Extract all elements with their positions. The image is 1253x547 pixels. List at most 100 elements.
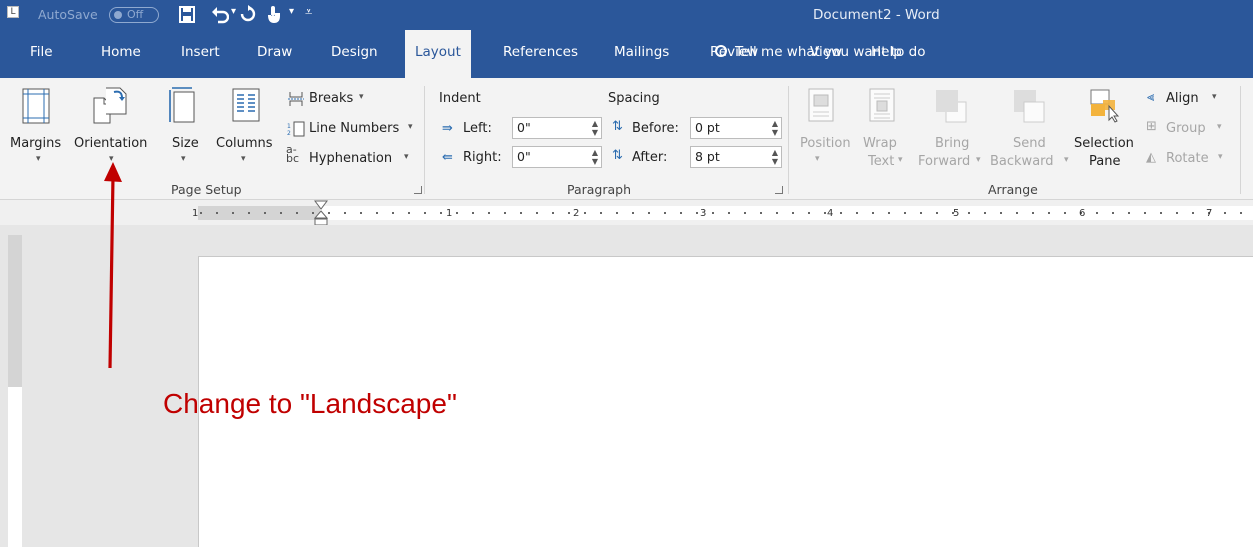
ruler-tick (264, 212, 266, 214)
tab-insert[interactable]: Insert (181, 44, 220, 60)
group-button[interactable]: Group (1166, 121, 1206, 136)
tab-layout[interactable]: Layout (405, 30, 471, 78)
tell-me-search[interactable]: Tell me what you want to do (715, 44, 925, 60)
ruler-tick (424, 212, 426, 214)
undo-dropdown-icon[interactable]: ▾ (231, 6, 236, 17)
breaks-dropdown-icon[interactable]: ▾ (359, 92, 364, 102)
ruler-tick (760, 212, 762, 214)
ruler-tick (1128, 212, 1130, 214)
autosave-toggle[interactable]: Off (109, 7, 159, 23)
tab-home[interactable]: Home (101, 44, 141, 60)
ruler-number: 1 (192, 208, 199, 219)
position-icon (808, 88, 834, 122)
align-button[interactable]: Align (1166, 91, 1199, 106)
page-setup-group-label: Page Setup (171, 182, 242, 197)
rotate-button[interactable]: Rotate (1166, 151, 1209, 166)
customize-qat-icon[interactable]: ⩡ (305, 5, 312, 20)
line-numbers-icon: 1 2 (287, 121, 305, 137)
touch-mode-icon[interactable] (266, 5, 282, 24)
hyphenation-icon: a-bc (286, 143, 300, 165)
bring-forward-button[interactable]: Bring (935, 136, 969, 151)
touch-dropdown-icon[interactable]: ▾ (289, 6, 294, 17)
ruler-tick (1064, 212, 1066, 214)
group-dropdown-icon[interactable]: ▾ (1217, 122, 1222, 132)
orientation-button[interactable]: Orientation (74, 136, 147, 151)
indent-left-spinner-icon[interactable]: ▲ ▼ (592, 119, 598, 137)
wrap-text-dropdown-icon[interactable]: ▾ (898, 155, 903, 165)
selection-pane-button[interactable]: Selection (1074, 136, 1134, 151)
tab-mailings[interactable]: Mailings (614, 44, 669, 60)
indent-left-icon: ⇛ (442, 121, 453, 136)
ruler-tick (344, 212, 346, 214)
send-backward-button-line2: Backward (990, 154, 1054, 169)
indent-left-label: Left: (463, 121, 492, 136)
bring-forward-dropdown-icon[interactable]: ▾ (976, 155, 981, 165)
ruler-tick (808, 212, 810, 214)
margins-button[interactable]: Margins (10, 136, 61, 151)
undo-icon[interactable] (211, 6, 229, 24)
ruler-tick (872, 212, 874, 214)
position-button[interactable]: Position (800, 136, 851, 151)
send-backward-dropdown-icon[interactable]: ▾ (1064, 155, 1069, 165)
breaks-icon (288, 92, 304, 106)
indent-right-icon: ⇚ (442, 150, 453, 165)
top-margin-shade (8, 235, 22, 387)
ruler-tick (552, 212, 554, 214)
breaks-button[interactable]: Breaks (309, 91, 353, 106)
tab-file[interactable]: File (30, 44, 53, 60)
ruler-tick (792, 212, 794, 214)
ruler-tick (1000, 212, 1002, 214)
tell-me-label: Tell me what you want to do (735, 44, 926, 60)
indent-right-input[interactable]: 0" ▲ ▼ (512, 146, 602, 168)
redo-icon[interactable] (239, 5, 257, 23)
annotation-text: Change to "Landscape" (163, 388, 457, 419)
send-backward-button[interactable]: Send (1013, 136, 1046, 151)
indent-left-input[interactable]: 0" ▲ ▼ (512, 117, 602, 139)
tab-selector[interactable]: L (7, 6, 19, 18)
tab-references[interactable]: References (503, 44, 578, 60)
ruler-number: 3 (700, 208, 707, 219)
ruler-tick (600, 212, 602, 214)
spacing-before-spinner-icon[interactable]: ▲ ▼ (772, 119, 778, 137)
hyphenation-dropdown-icon[interactable]: ▾ (404, 152, 409, 162)
line-numbers-dropdown-icon[interactable]: ▾ (408, 122, 413, 132)
columns-dropdown-icon[interactable]: ▾ (241, 154, 246, 164)
spacing-header: Spacing (608, 91, 660, 106)
tab-design[interactable]: Design (331, 44, 378, 60)
line-numbers-button[interactable]: Line Numbers (309, 121, 399, 136)
indent-header: Indent (439, 91, 481, 106)
spacing-before-input[interactable]: 0 pt ▲ ▼ (690, 117, 782, 139)
ruler-tick (1048, 212, 1050, 214)
ruler-number: 1 (446, 208, 453, 219)
tab-draw[interactable]: Draw (257, 44, 292, 60)
align-dropdown-icon[interactable]: ▾ (1212, 92, 1217, 102)
vertical-ruler[interactable] (8, 235, 22, 547)
wrap-text-button[interactable]: Wrap (863, 136, 897, 151)
size-dropdown-icon[interactable]: ▾ (181, 154, 186, 164)
bring-forward-button-line2: Forward (918, 154, 971, 169)
ruler-tick (936, 212, 938, 214)
paragraph-launcher-icon[interactable] (775, 186, 783, 194)
margins-dropdown-icon[interactable]: ▾ (36, 154, 41, 164)
spacing-after-input[interactable]: 8 pt ▲ ▼ (690, 146, 782, 168)
save-icon[interactable] (179, 6, 195, 23)
rotate-dropdown-icon[interactable]: ▾ (1218, 152, 1223, 162)
size-button[interactable]: Size (172, 136, 199, 151)
indent-right-spinner-icon[interactable]: ▲ ▼ (592, 148, 598, 166)
hyphenation-button[interactable]: Hyphenation (309, 151, 392, 166)
columns-button[interactable]: Columns (216, 136, 273, 151)
orientation-icon (93, 87, 127, 124)
wrap-text-icon (869, 88, 895, 122)
send-backward-icon (1014, 90, 1045, 123)
page-setup-launcher-icon[interactable] (414, 186, 422, 194)
svg-text:1: 1 (287, 123, 291, 130)
indent-right-label: Right: (463, 150, 502, 165)
position-dropdown-icon[interactable]: ▾ (815, 154, 820, 164)
spacing-after-spinner-icon[interactable]: ▲ ▼ (772, 148, 778, 166)
autosave-label: AutoSave (38, 7, 98, 22)
horizontal-ruler[interactable] (198, 206, 1253, 220)
ruler-tick (1176, 212, 1178, 214)
indent-marker-icon[interactable] (314, 200, 328, 226)
ruler-number: 4 (827, 208, 834, 219)
ruler-number: 5 (953, 208, 960, 219)
